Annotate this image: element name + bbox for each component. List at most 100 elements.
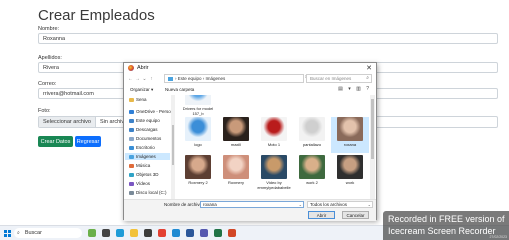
nav-item[interactable]: OneDrive - Person bbox=[129, 108, 173, 115]
file-thumbnail bbox=[223, 117, 249, 141]
nav-item[interactable]: Sena bbox=[129, 96, 147, 103]
taskbar-search-label: Buscar bbox=[24, 230, 42, 236]
open-button[interactable]: Abrir bbox=[308, 211, 335, 219]
app-icon[interactable] bbox=[228, 229, 236, 237]
download-icon bbox=[129, 127, 134, 132]
file-thumbnail bbox=[223, 155, 249, 179]
nav-item[interactable]: Vídeos bbox=[129, 180, 150, 187]
file-item[interactable]: Video by emmylyedababelle bbox=[255, 155, 293, 191]
dialog-title: Abrir bbox=[137, 65, 149, 71]
file-item[interactable]: Roxmery 2 bbox=[179, 155, 217, 191]
nav-item[interactable]: Música bbox=[129, 162, 150, 169]
file-name: Roxmery bbox=[227, 180, 244, 185]
up-arrow-icon[interactable]: ↑ bbox=[148, 76, 155, 82]
organize-button[interactable]: Organizar ▾ bbox=[130, 87, 153, 93]
address-bar[interactable]: › Este equipo › Imágenes bbox=[164, 74, 304, 83]
new-folder-button[interactable]: Nueva carpeta bbox=[165, 87, 194, 92]
select-file-button[interactable]: Seleccionar archivo bbox=[39, 117, 96, 127]
view-options-icon[interactable]: ▤ ▾ ▥ ? bbox=[338, 86, 371, 92]
folder-icon bbox=[129, 97, 134, 102]
chrome-icon bbox=[128, 65, 134, 71]
search-input[interactable]: Buscar en Imágenes ⌕ bbox=[306, 74, 372, 83]
cancel-button[interactable]: Cancelar bbox=[342, 211, 369, 219]
filename-label: Nombre de archivo: bbox=[164, 202, 204, 207]
taskbar-search[interactable]: ⌕ Buscar bbox=[14, 228, 82, 238]
excel-icon[interactable] bbox=[214, 229, 222, 237]
word-icon[interactable] bbox=[186, 229, 194, 237]
search-placeholder: Buscar en Imágenes bbox=[310, 76, 352, 81]
breadcrumb-this-pc[interactable]: Este equipo bbox=[178, 76, 202, 81]
file-item[interactable]: maxill bbox=[217, 117, 255, 153]
windows-start-icon[interactable] bbox=[4, 230, 11, 237]
files-scroll-thumb[interactable] bbox=[371, 99, 374, 159]
nav-item-label: OneDrive - Person bbox=[136, 109, 174, 114]
file-name: pantallazo bbox=[302, 142, 322, 147]
nav-item-label: Este equipo bbox=[136, 118, 160, 123]
nav-item-label: Disco local (C:) bbox=[136, 190, 167, 195]
nav-item[interactable]: Disco local (C:) bbox=[129, 189, 167, 196]
nav-item-label: Música bbox=[136, 163, 151, 168]
file-thumbnail bbox=[185, 95, 211, 105]
cloud-icon bbox=[129, 109, 134, 114]
music-icon bbox=[129, 163, 134, 168]
nav-scroll-thumb[interactable] bbox=[172, 125, 174, 165]
toolbar: Organizar ▾ Nueva carpeta ▤ ▾ ▥ ? bbox=[124, 86, 376, 95]
page: Crear Empleados Nombre: Roxanna Apellido… bbox=[0, 0, 509, 240]
file-item[interactable]: Drivers for model 157_b bbox=[179, 95, 217, 117]
recorder-watermark: Recorded in FREE version of Icecream Scr… bbox=[383, 211, 509, 240]
vscode-icon[interactable] bbox=[172, 229, 180, 237]
file-thumbnail bbox=[261, 155, 287, 179]
file-item[interactable]: pantallazo bbox=[293, 117, 331, 153]
back-arrow-icon[interactable]: ← bbox=[127, 76, 134, 82]
nav-item[interactable]: Documentos bbox=[129, 135, 161, 142]
breadcrumb-pictures[interactable]: Imágenes bbox=[206, 76, 226, 81]
chrome-icon[interactable] bbox=[158, 229, 166, 237]
nav-scrollbar[interactable] bbox=[171, 95, 175, 199]
plant-icon[interactable] bbox=[88, 229, 96, 237]
file-name: logo bbox=[194, 142, 202, 147]
file-explorer-icon[interactable] bbox=[130, 229, 138, 237]
edge-icon[interactable] bbox=[116, 229, 124, 237]
nav-item[interactable]: Escritorio bbox=[129, 144, 155, 151]
page-title: Crear Empleados bbox=[38, 7, 155, 24]
filename-input[interactable]: roxana ⌄ bbox=[200, 201, 304, 208]
chevron-down-icon[interactable]: ⌄ bbox=[299, 202, 302, 207]
file-grid[interactable]: Drivers for model 157_blogo maxill Moto 1 p… bbox=[177, 95, 370, 199]
file-item[interactable]: logo bbox=[179, 117, 217, 153]
pictures-icon bbox=[129, 154, 134, 159]
nav-item[interactable]: Este equipo bbox=[129, 117, 160, 124]
task-view-icon[interactable] bbox=[102, 229, 110, 237]
create-button[interactable]: Crear Datos bbox=[38, 136, 73, 147]
teams-icon[interactable] bbox=[200, 229, 208, 237]
file-name: Drivers for model 157_b bbox=[182, 106, 214, 116]
chevron-down-icon[interactable]: ⌄ bbox=[368, 202, 371, 207]
file-item[interactable]: work 2 bbox=[293, 155, 331, 191]
nav-item[interactable]: Objetos 3D bbox=[129, 171, 159, 178]
desktop-icon bbox=[129, 145, 134, 150]
name-label: Nombre: bbox=[38, 26, 60, 32]
files-scrollbar[interactable] bbox=[370, 95, 375, 199]
filetype-value: Todos los archivos bbox=[310, 202, 348, 207]
file-item[interactable]: work bbox=[331, 155, 369, 191]
name-field[interactable]: Roxanna bbox=[38, 33, 498, 44]
filetype-select[interactable]: Todos los archivos ⌄ bbox=[307, 201, 373, 208]
drive-icon bbox=[129, 190, 134, 195]
nav-item[interactable]: Descargas bbox=[129, 126, 158, 133]
file-item[interactable]: Moto 1 bbox=[255, 117, 293, 153]
forward-arrow-icon[interactable]: → bbox=[134, 76, 141, 82]
file-thumbnail bbox=[337, 117, 363, 141]
file-item[interactable]: Roxmery bbox=[217, 155, 255, 191]
store-icon[interactable] bbox=[144, 229, 152, 237]
chevron-down-icon[interactable]: ⌄ bbox=[141, 76, 148, 82]
file-name: roxana bbox=[343, 142, 357, 147]
close-icon[interactable]: ✕ bbox=[366, 64, 372, 72]
nav-item[interactable]: Imágenes bbox=[125, 153, 170, 160]
file-thumbnail bbox=[299, 117, 325, 141]
file-thumbnail bbox=[185, 117, 211, 141]
search-icon: ⌕ bbox=[366, 75, 369, 81]
cube-icon bbox=[129, 172, 134, 177]
navigation-pane[interactable]: Sena OneDrive - Person Este equipo Descarga… bbox=[124, 95, 176, 199]
file-item[interactable]: roxana bbox=[331, 117, 369, 153]
back-button[interactable]: Regresar bbox=[75, 136, 101, 147]
search-icon: ⌕ bbox=[17, 230, 20, 236]
